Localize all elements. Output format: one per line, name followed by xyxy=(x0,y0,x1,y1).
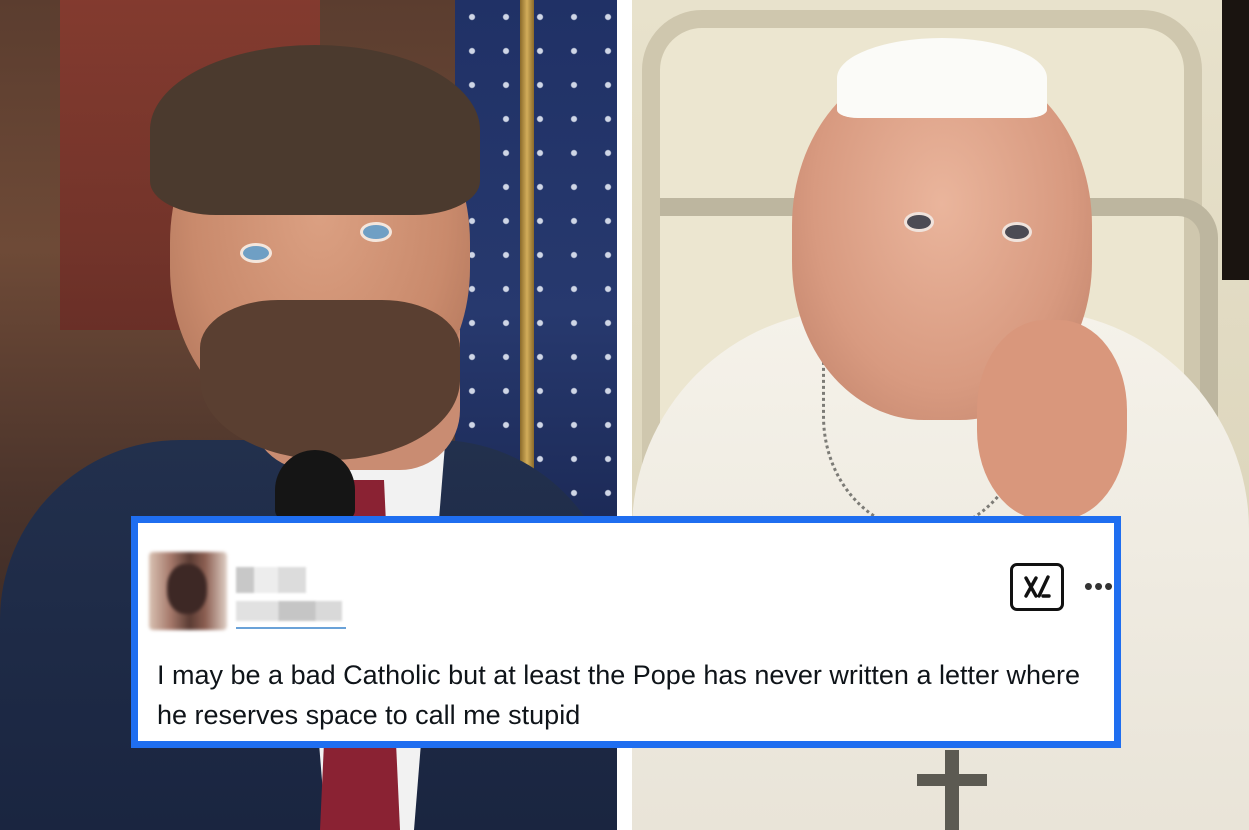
right-eye xyxy=(1002,222,1032,242)
left-eye xyxy=(904,212,934,232)
speaker-beard xyxy=(200,300,460,460)
american-flag xyxy=(455,0,617,520)
flag-pole xyxy=(520,0,534,470)
username-underline xyxy=(236,627,346,629)
blurred-username[interactable] xyxy=(236,563,346,627)
tweet-card[interactable]: ••• I may be a bad Catholic but at least… xyxy=(131,516,1121,748)
more-options-icon[interactable]: ••• xyxy=(1084,571,1114,601)
x-logo-glyph xyxy=(1024,575,1051,598)
x-logo-icon[interactable] xyxy=(1010,563,1064,611)
dark-corner xyxy=(1222,0,1249,280)
right-eye xyxy=(360,222,392,242)
tweet-text: I may be a bad Catholic but at least the… xyxy=(157,660,1081,730)
zucchetto xyxy=(837,38,1047,118)
avatar[interactable] xyxy=(149,552,227,630)
left-eye xyxy=(240,243,272,263)
speaker-hair xyxy=(150,45,480,215)
hand xyxy=(977,320,1127,520)
microphone xyxy=(275,450,355,520)
